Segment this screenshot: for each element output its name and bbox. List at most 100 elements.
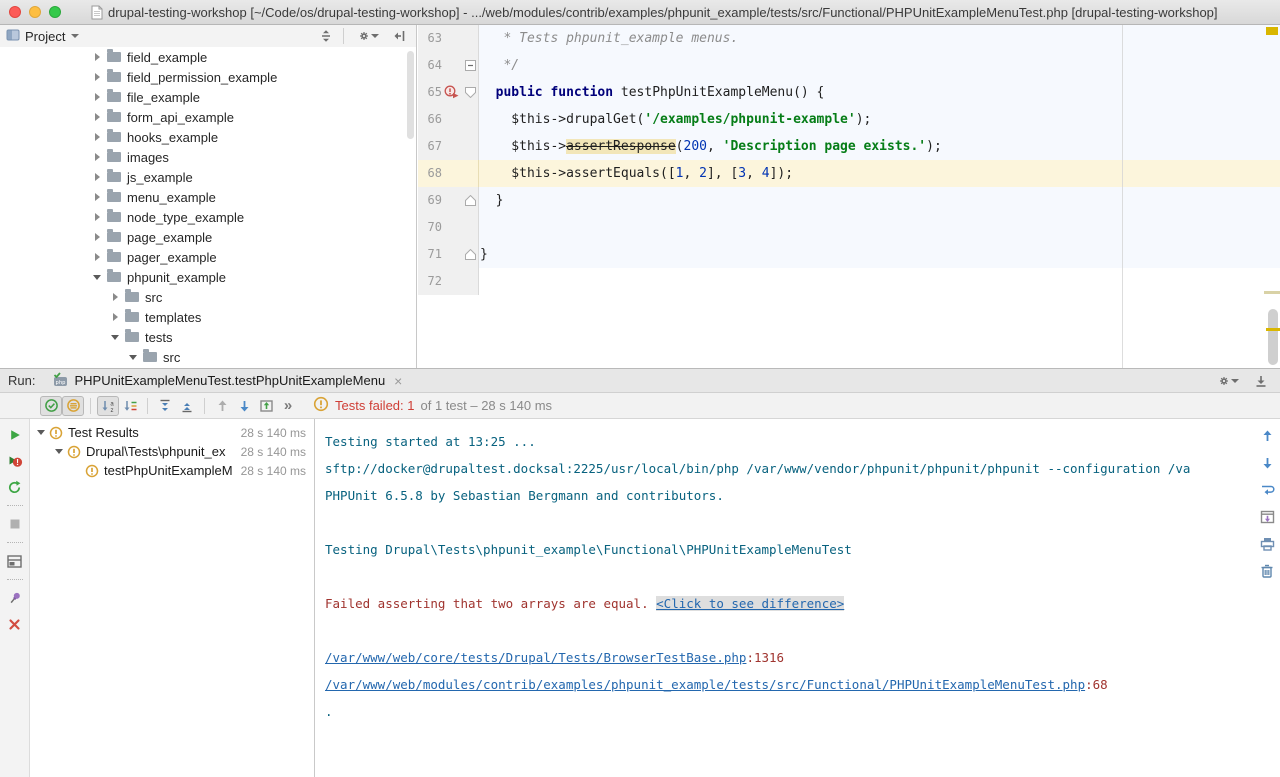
tree-item-tests[interactable]: tests — [0, 327, 416, 347]
fold-marker-icon[interactable] — [462, 79, 479, 106]
console-file-link[interactable]: /var/www/web/modules/contrib/examples/ph… — [325, 677, 1085, 692]
hide-run-panel-button[interactable] — [1250, 371, 1272, 391]
run-settings-button[interactable] — [1218, 371, 1240, 391]
tree-item-phpunit_example[interactable]: phpunit_example — [0, 267, 416, 287]
tree-item-file_example[interactable]: file_example — [0, 87, 416, 107]
collapse-all-button[interactable] — [315, 26, 337, 46]
show-passed-toggle[interactable] — [40, 396, 62, 416]
test-tree-item[interactable]: Test Results28 s 140 ms — [30, 423, 314, 442]
sort-alphabetically-toggle[interactable]: az — [97, 396, 119, 416]
collapsed-arrow-icon[interactable] — [110, 313, 120, 321]
error-stripe-mark[interactable] — [1266, 27, 1278, 35]
tree-item-field_example[interactable]: field_example — [0, 47, 416, 67]
export-test-results-button[interactable] — [1256, 507, 1278, 527]
expanded-arrow-icon[interactable] — [54, 449, 64, 454]
rerun-button[interactable] — [4, 425, 26, 445]
code-text[interactable]: $this->assertEquals([1, 2], [3, 4]); — [479, 160, 1280, 187]
console-output[interactable]: Testing started at 13:25 ...sftp://docke… — [315, 419, 1280, 725]
collapsed-arrow-icon[interactable] — [92, 93, 102, 101]
zoom-window-button[interactable] — [49, 6, 61, 18]
project-scrollbar-thumb[interactable] — [407, 51, 414, 139]
close-tab-icon[interactable]: × — [394, 373, 402, 389]
svg-text:php: php — [56, 380, 66, 386]
error-stripe-mark[interactable] — [1264, 291, 1280, 294]
expanded-arrow-icon[interactable] — [110, 335, 120, 340]
tree-item-js_example[interactable]: js_example — [0, 167, 416, 187]
rerun-failed-tests-button[interactable]: ! — [4, 451, 26, 471]
fold-marker-icon[interactable] — [462, 52, 479, 79]
chevron-down-icon[interactable] — [71, 34, 79, 38]
more-actions-button[interactable]: » — [277, 396, 299, 416]
collapsed-arrow-icon[interactable] — [92, 153, 102, 161]
editor-line-72: 72 — [418, 268, 1280, 295]
settings-button[interactable] — [358, 26, 380, 46]
tree-item-hooks_example[interactable]: hooks_example — [0, 127, 416, 147]
show-ignored-toggle[interactable] — [62, 396, 84, 416]
pin-tab-button[interactable] — [4, 588, 26, 608]
toggle-auto-test-button[interactable] — [4, 477, 26, 497]
run-tab[interactable]: php PHPUnitExampleMenuTest.testPhpUnitEx… — [47, 369, 406, 392]
code-text[interactable] — [479, 214, 1280, 241]
code-text[interactable]: } — [479, 187, 1280, 214]
see-difference-link[interactable]: <Click to see difference> — [656, 596, 844, 611]
collapsed-arrow-icon[interactable] — [92, 193, 102, 201]
soft-wrap-toggle[interactable] — [1256, 480, 1278, 500]
collapsed-arrow-icon[interactable] — [92, 133, 102, 141]
up-stacktrace-button[interactable] — [1256, 426, 1278, 446]
code-text[interactable] — [479, 268, 1280, 295]
collapsed-arrow-icon[interactable] — [92, 173, 102, 181]
collapsed-arrow-icon[interactable] — [92, 253, 102, 261]
expand-all-button[interactable] — [154, 396, 176, 416]
test-tree-item[interactable]: Drupal\Tests\phpunit_ex28 s 140 ms — [30, 442, 314, 461]
code-text[interactable]: public function testPhpUnitExampleMenu()… — [479, 79, 1280, 106]
collapsed-arrow-icon[interactable] — [92, 53, 102, 61]
collapsed-arrow-icon[interactable] — [92, 113, 102, 121]
project-panel-title[interactable]: Project — [25, 29, 65, 44]
code-text[interactable]: */ — [479, 52, 1280, 79]
collapsed-arrow-icon[interactable] — [92, 213, 102, 221]
tree-item-page_example[interactable]: page_example — [0, 227, 416, 247]
close-window-button[interactable] — [9, 6, 21, 18]
gutter-cell — [442, 133, 462, 160]
close-run-button[interactable] — [4, 614, 26, 634]
tree-item-src[interactable]: src — [0, 287, 416, 307]
tree-item-field_permission_example[interactable]: field_permission_example — [0, 67, 416, 87]
collapse-all-button[interactable] — [176, 396, 198, 416]
hide-panel-button[interactable] — [388, 26, 410, 46]
next-failed-test-button[interactable] — [233, 396, 255, 416]
expanded-arrow-icon[interactable] — [92, 275, 102, 280]
expanded-arrow-icon[interactable] — [36, 430, 46, 435]
down-stacktrace-button[interactable] — [1256, 453, 1278, 473]
collapsed-arrow-icon[interactable] — [92, 73, 102, 81]
tree-item-templates[interactable]: templates — [0, 307, 416, 327]
code-text[interactable]: $this->drupalGet('/examples/phpunit-exam… — [479, 106, 1280, 133]
tree-item-pager_example[interactable]: pager_example — [0, 247, 416, 267]
fold-marker-icon[interactable] — [462, 187, 479, 214]
tree-item-form_api_example[interactable]: form_api_example — [0, 107, 416, 127]
collapsed-arrow-icon[interactable] — [110, 293, 120, 301]
console-file-link[interactable]: /var/www/web/core/tests/Drupal/Tests/Bro… — [325, 650, 746, 665]
line-number: 68 — [418, 160, 442, 187]
tree-item-src[interactable]: src — [0, 347, 416, 367]
collapsed-arrow-icon[interactable] — [92, 233, 102, 241]
clear-all-button[interactable] — [1256, 561, 1278, 581]
sort-by-duration-button[interactable] — [119, 396, 141, 416]
minimize-window-button[interactable] — [29, 6, 41, 18]
current-line-stripe-mark[interactable] — [1266, 328, 1280, 331]
test-tree-item[interactable]: testPhpUnitExampleM28 s 140 ms — [30, 461, 314, 480]
test-history-button[interactable] — [255, 396, 277, 416]
print-button[interactable] — [1256, 534, 1278, 554]
tree-item-images[interactable]: images — [0, 147, 416, 167]
code-segment: ( — [676, 139, 684, 154]
code-text[interactable]: $this->assertResponse(200, 'Description … — [479, 133, 1280, 160]
code-text[interactable]: } — [479, 241, 1280, 268]
fold-marker-icon[interactable] — [462, 241, 479, 268]
tree-item-node_type_example[interactable]: node_type_example — [0, 207, 416, 227]
editor-line-63: 63 * Tests phpunit_example menus. — [418, 25, 1280, 52]
editor-scrollbar-thumb[interactable] — [1268, 309, 1278, 365]
code-text[interactable]: * Tests phpunit_example menus. — [479, 25, 1280, 52]
restore-layout-button[interactable] — [4, 551, 26, 571]
rerun-failed-test-icon[interactable] — [442, 79, 462, 106]
expanded-arrow-icon[interactable] — [128, 355, 138, 360]
tree-item-menu_example[interactable]: menu_example — [0, 187, 416, 207]
